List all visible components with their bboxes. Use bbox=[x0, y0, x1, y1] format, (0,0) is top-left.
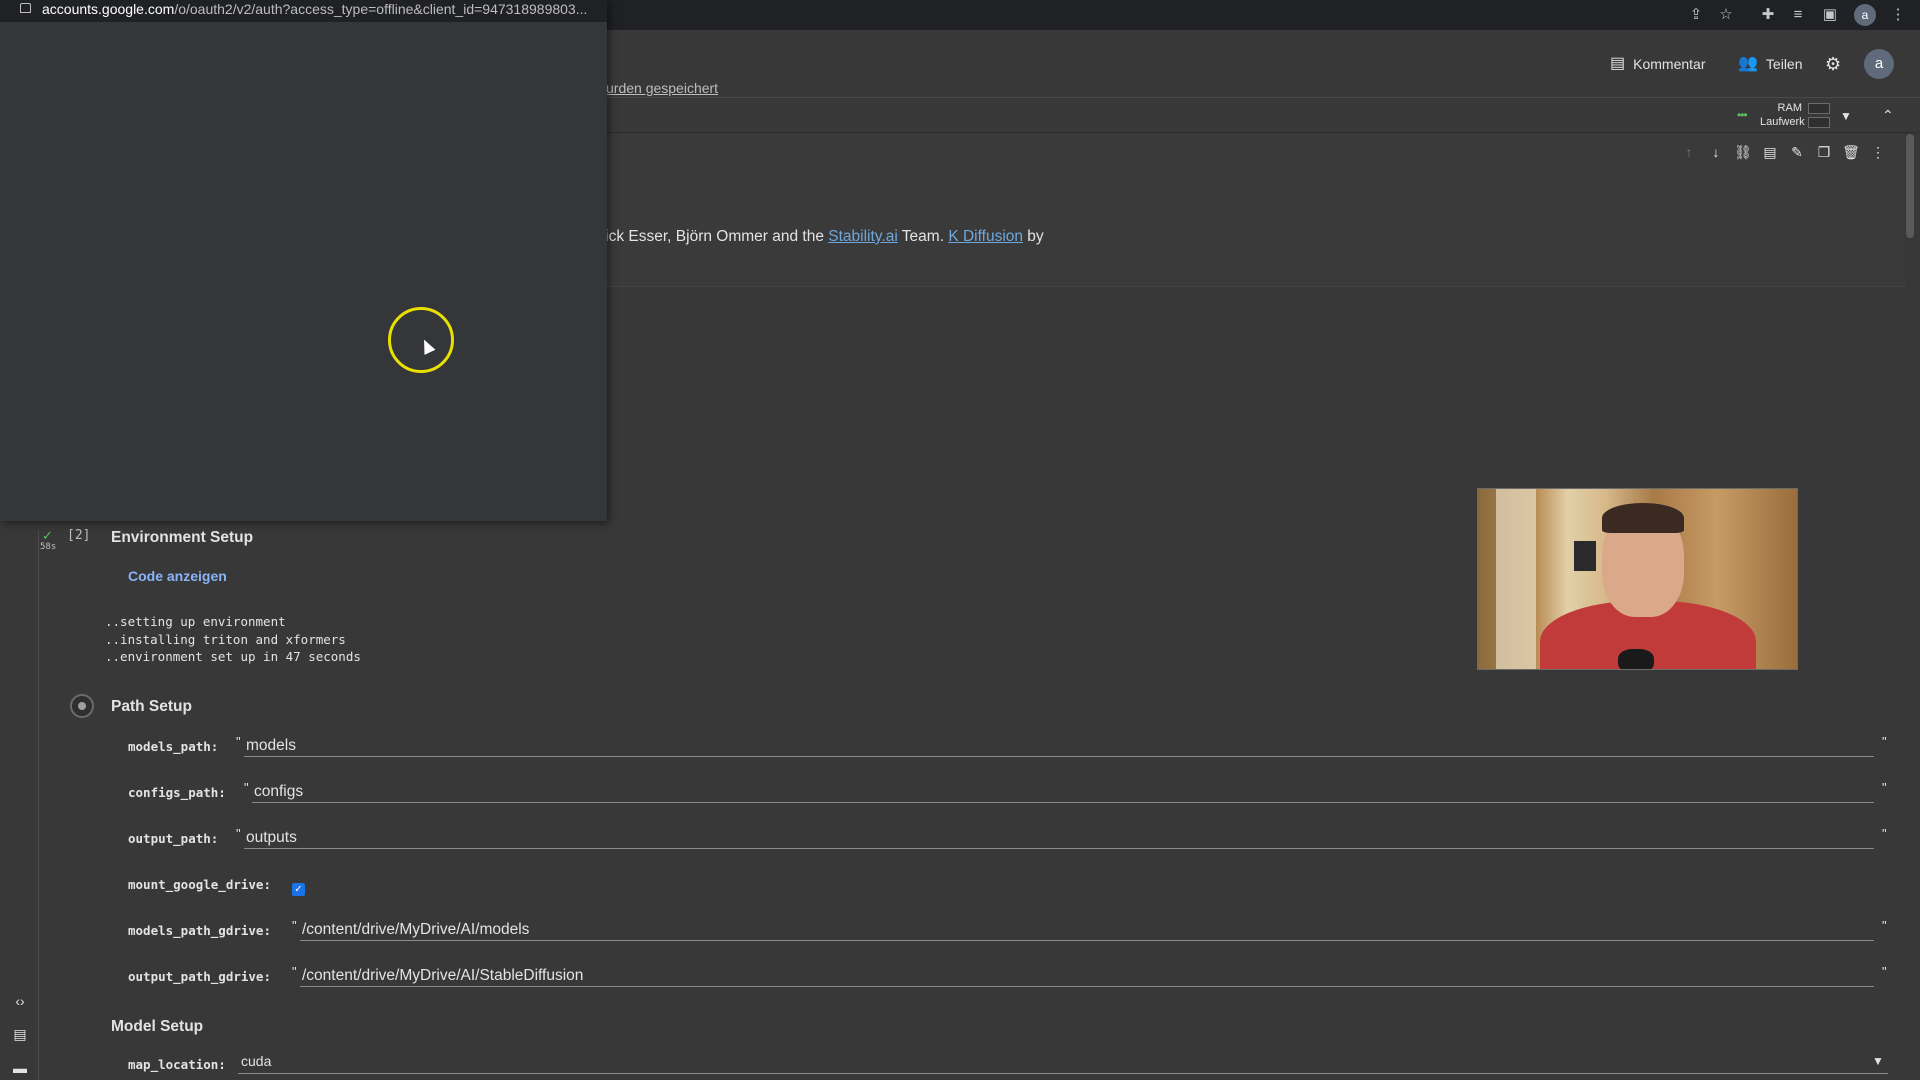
output-path-label: output_path: bbox=[128, 831, 219, 846]
reading-list-icon[interactable]: ≡ bbox=[1788, 5, 1808, 25]
link-icon[interactable]: ⛓ bbox=[1734, 143, 1752, 161]
run-cell-button[interactable] bbox=[70, 694, 94, 718]
resource-bars[interactable] bbox=[1808, 103, 1830, 128]
output-path-input[interactable] bbox=[244, 827, 1874, 849]
side-panel-icon[interactable]: ▣ bbox=[1820, 5, 1840, 25]
mirror-cell-icon[interactable]: ❐ bbox=[1815, 143, 1833, 161]
comment-icon: ▤ bbox=[1610, 55, 1626, 72]
comment-button[interactable]: ▤ Kommentar bbox=[1610, 53, 1705, 75]
quote-mark: " bbox=[1882, 964, 1887, 979]
credits-mid: Team. bbox=[897, 228, 949, 245]
stability-link[interactable]: Stability.ai bbox=[828, 228, 898, 245]
quote-mark: " bbox=[236, 826, 241, 841]
credits-suffix: by bbox=[1023, 228, 1044, 245]
share-label: Teilen bbox=[1765, 56, 1803, 72]
quote-mark: " bbox=[1882, 734, 1887, 749]
command-palette-icon[interactable]: ▤ bbox=[10, 1026, 30, 1046]
cell-toolbar: ↑ ↓ ⛓ ▤ ✎ ❐ 🗑 ⋮ bbox=[1680, 143, 1887, 161]
user-avatar[interactable]: a bbox=[1864, 49, 1894, 79]
share-button[interactable]: 👥 Teilen bbox=[1738, 53, 1803, 75]
comment-label: Kommentar bbox=[1633, 56, 1706, 72]
models-path-gdrive-label: models_path_gdrive: bbox=[128, 923, 271, 938]
resource-dropdown-icon[interactable]: ▼ bbox=[1840, 109, 1852, 123]
collapse-chevron-up-icon[interactable]: ⌃ bbox=[1882, 107, 1894, 124]
quote-mark: " bbox=[1882, 826, 1887, 841]
lock-icon bbox=[20, 3, 31, 13]
popup-url-path: /o/oauth2/v2/auth?access_type=offline&cl… bbox=[174, 1, 588, 17]
environment-setup-title: Environment Setup bbox=[111, 529, 254, 546]
comment-cell-icon[interactable]: ▤ bbox=[1761, 143, 1779, 161]
chevron-down-icon[interactable]: ▼ bbox=[1872, 1054, 1884, 1068]
run-time: 58s bbox=[40, 542, 57, 552]
ram-label: RAM bbox=[1777, 102, 1802, 114]
cell-gutter-line bbox=[38, 530, 39, 1080]
cell-output: ..setting up environment ..installing tr… bbox=[105, 614, 361, 664]
map-location-select[interactable]: cuda bbox=[238, 1050, 1888, 1074]
edit-pencil-icon[interactable]: ✎ bbox=[1788, 143, 1806, 161]
cell-more-icon[interactable]: ⋮ bbox=[1869, 143, 1887, 161]
save-status-link[interactable]: urden gespeichert bbox=[606, 80, 718, 96]
models-path-gdrive-input[interactable] bbox=[300, 919, 1874, 941]
move-up-icon[interactable]: ↑ bbox=[1680, 143, 1698, 161]
quote-mark: " bbox=[1882, 780, 1887, 795]
path-setup-title: Path Setup bbox=[111, 698, 192, 715]
mount-google-drive-checkbox[interactable]: ✓ bbox=[292, 883, 305, 896]
popup-address-bar: accounts.google.com/o/oauth2/v2/auth?acc… bbox=[0, 0, 607, 22]
quote-mark: " bbox=[292, 964, 297, 979]
resource-labels[interactable]: RAM Laufwerk bbox=[1760, 101, 1805, 129]
credits-text: rick Esser, Björn Ommer and the Stabilit… bbox=[600, 228, 1044, 246]
browser-profile-avatar[interactable]: a bbox=[1854, 4, 1876, 26]
models-path-label: models_path: bbox=[128, 739, 219, 754]
configs-path-input[interactable] bbox=[252, 781, 1874, 803]
quote-mark: " bbox=[292, 918, 297, 933]
connected-indicator-icon: ••• bbox=[1737, 108, 1748, 122]
people-icon: 👥 bbox=[1738, 55, 1758, 72]
extensions-icon[interactable]: ✚ bbox=[1758, 5, 1778, 25]
models-path-input[interactable] bbox=[244, 735, 1874, 757]
webcam-overlay bbox=[1477, 488, 1798, 670]
mount-google-drive-label: mount_google_drive: bbox=[128, 877, 271, 892]
popup-url: accounts.google.com/o/oauth2/v2/auth?acc… bbox=[42, 1, 587, 17]
oauth-popup-window[interactable]: accounts.google.com/o/oauth2/v2/auth?acc… bbox=[0, 0, 607, 521]
delete-icon[interactable]: 🗑 bbox=[1842, 143, 1860, 161]
show-code-link[interactable]: Code anzeigen bbox=[128, 568, 227, 584]
code-snippets-icon[interactable]: ‹› bbox=[10, 993, 30, 1013]
output-path-gdrive-input[interactable] bbox=[300, 965, 1874, 987]
model-setup-title: Model Setup bbox=[111, 1018, 204, 1035]
browser-menu-icon[interactable]: ⋮ bbox=[1888, 5, 1908, 25]
map-location-label: map_location: bbox=[128, 1057, 226, 1072]
settings-gear-icon[interactable]: ⚙ bbox=[1825, 53, 1841, 75]
bookmark-star-icon[interactable]: ☆ bbox=[1716, 5, 1736, 25]
popup-url-host: accounts.google.com bbox=[42, 1, 175, 17]
terminal-icon[interactable]: ▬ bbox=[10, 1060, 30, 1080]
k-diffusion-link[interactable]: K Diffusion bbox=[948, 228, 1023, 245]
move-down-icon[interactable]: ↓ bbox=[1707, 143, 1725, 161]
configs-path-label: configs_path: bbox=[128, 785, 226, 800]
quote-mark: " bbox=[236, 734, 241, 749]
credits-prefix: rick Esser, Björn Ommer and the bbox=[600, 228, 829, 245]
quote-mark: " bbox=[1882, 918, 1887, 933]
quote-mark: " bbox=[244, 780, 249, 795]
share-icon[interactable]: ⇪ bbox=[1686, 5, 1706, 25]
disk-label: Laufwerk bbox=[1760, 116, 1805, 128]
output-path-gdrive-label: output_path_gdrive: bbox=[128, 969, 271, 984]
notebook-scrollbar[interactable] bbox=[1906, 134, 1914, 238]
execution-count: [2] bbox=[67, 528, 91, 543]
